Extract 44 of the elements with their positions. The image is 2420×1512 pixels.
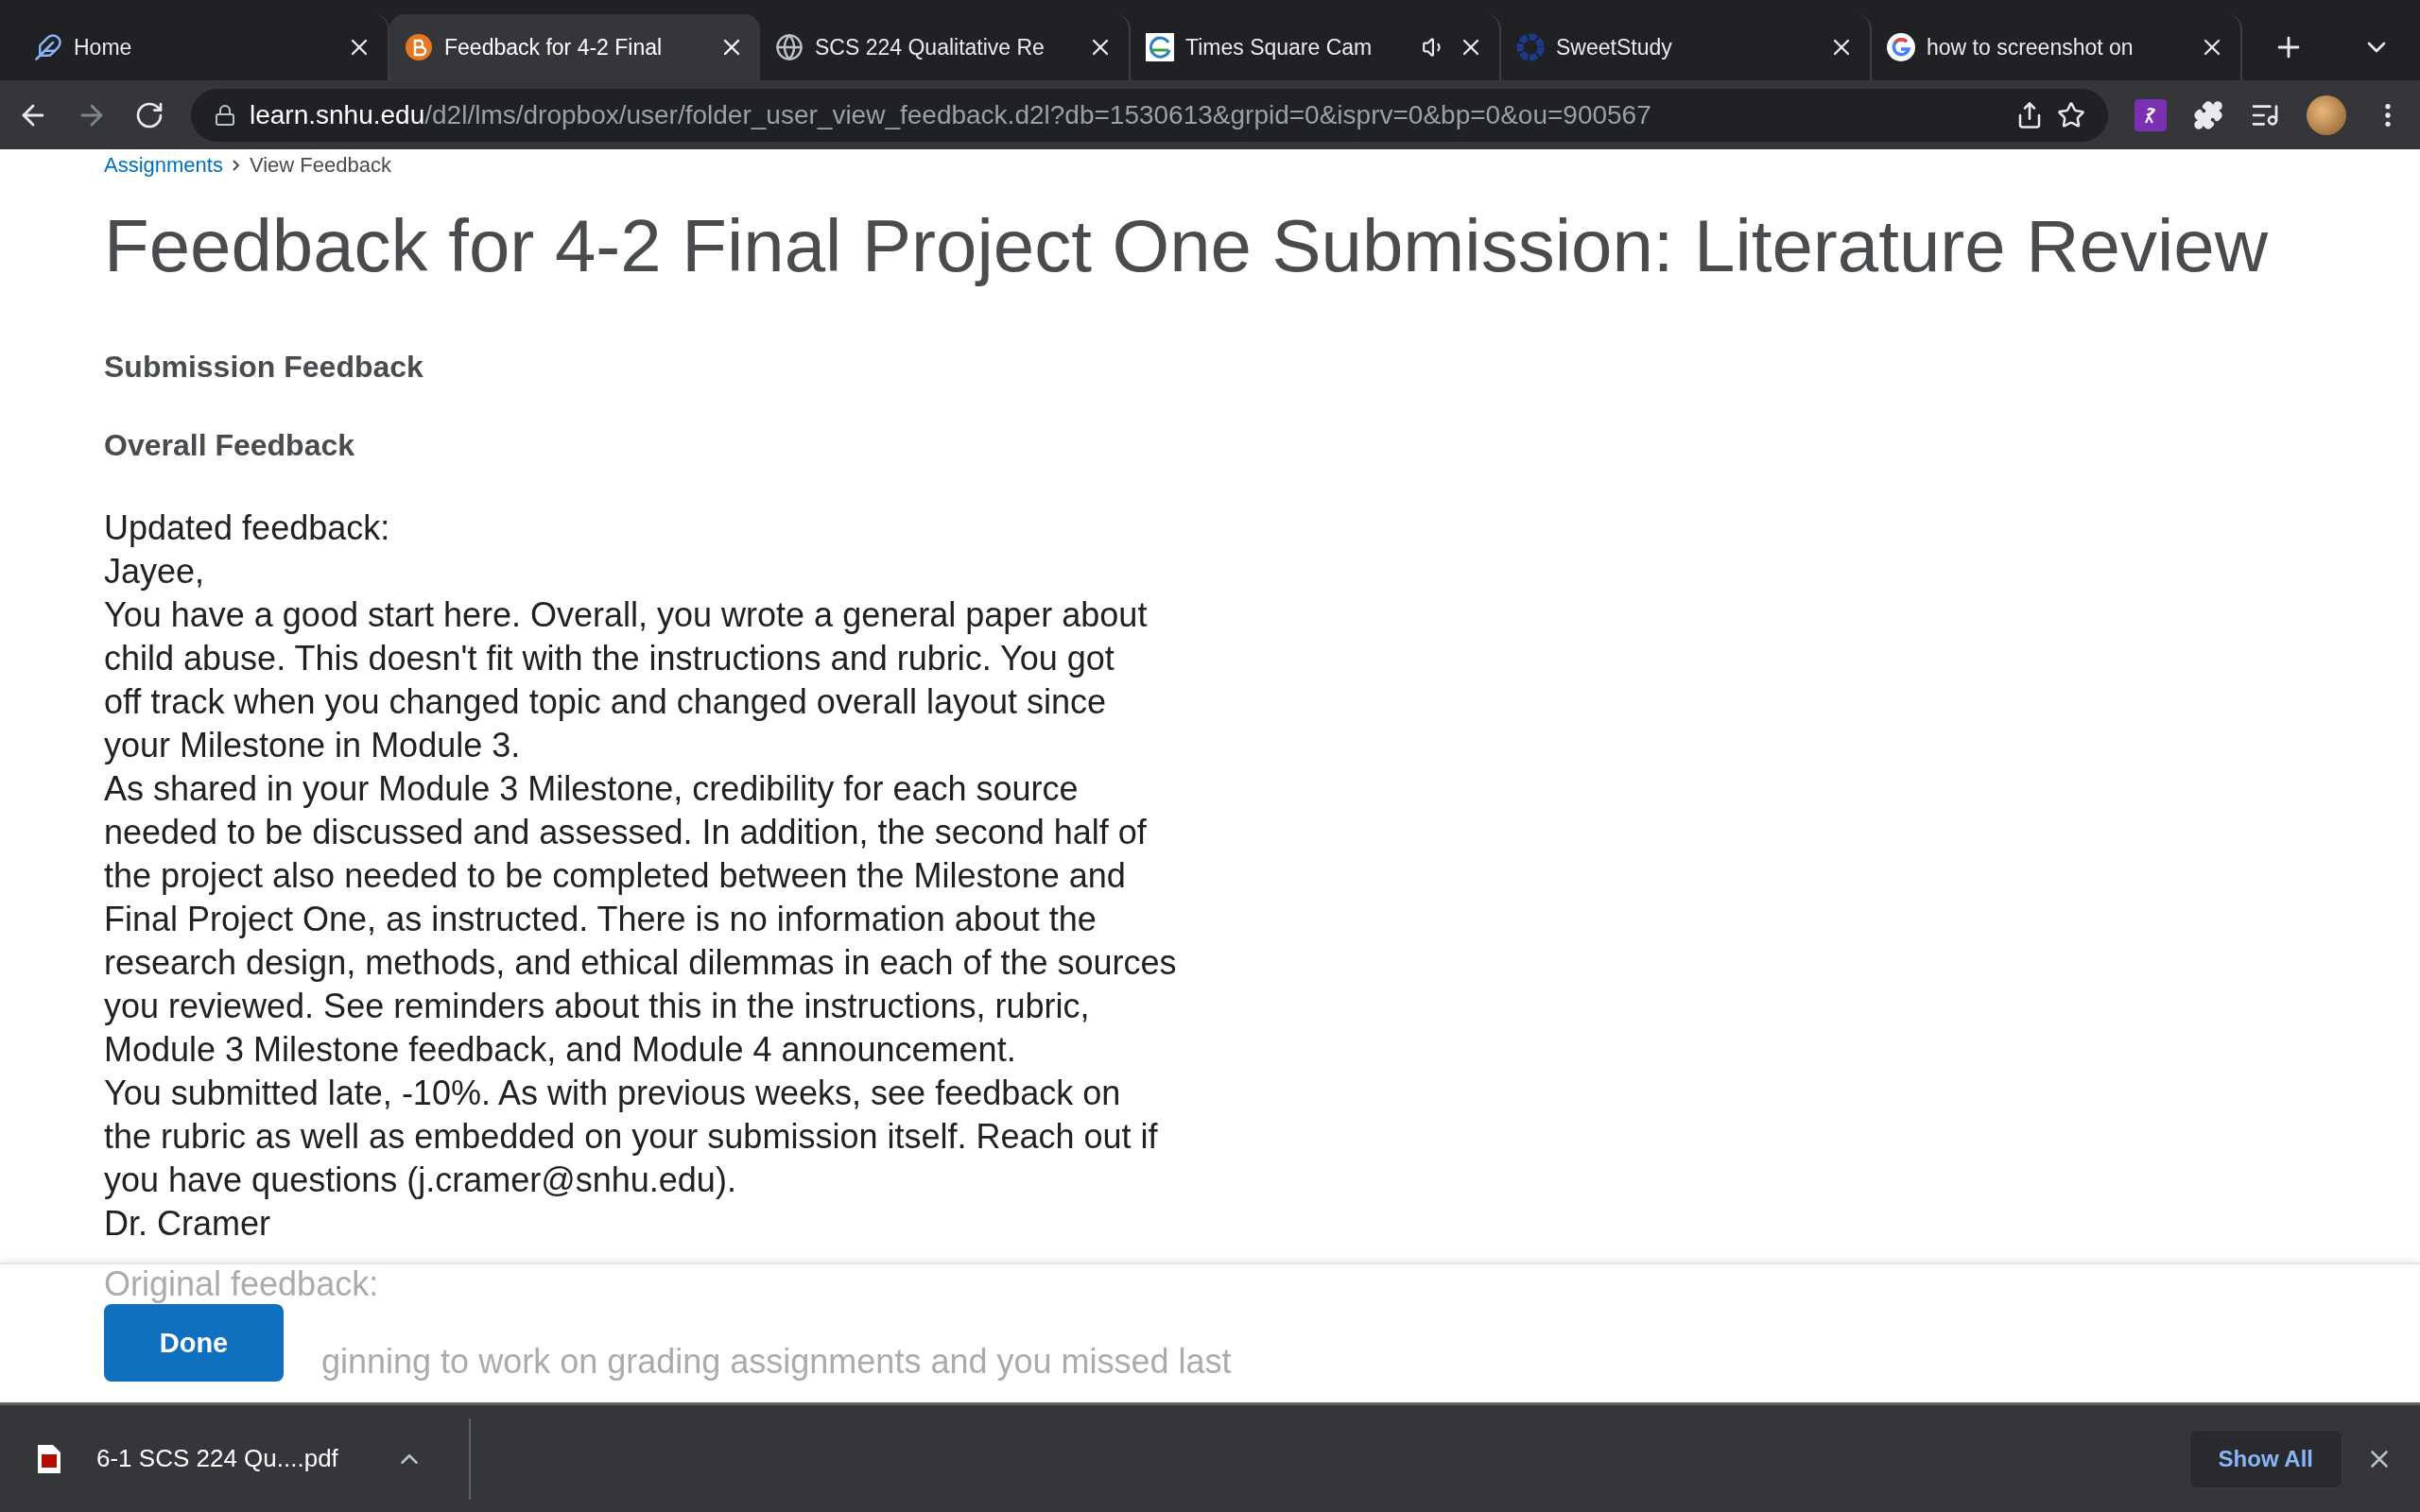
address-bar[interactable]: learn.snhu.edu/d2l/lms/dropbox/user/folder_user_view_feedback.d2l?db=1530613&grpid=0&isprv=0&bp=0&ou=900567 [191, 88, 2108, 142]
faded-text: ginning to work on grading assignments and you missed last [321, 1342, 1232, 1382]
extension-icon[interactable] [2135, 98, 2167, 131]
feedback-text: You submitted late, -10%. As with previous weeks, see feedback on [104, 1073, 1122, 1114]
feedback-text: As shared in your Module 3 Milestone, credibility for each source [104, 768, 1080, 810]
avatar[interactable] [2307, 94, 2346, 135]
lock-icon [214, 103, 236, 127]
url-host: learn.snhu.edu [250, 99, 425, 130]
feedback-text: You have a good start here. Overall, you wrote a general paper about [104, 594, 1149, 636]
download-file-name[interactable]: 6-1 SCS 224 Qu....pdf [96, 1444, 338, 1473]
feedback-text: your Milestone in Module 3. [104, 725, 522, 766]
browser-tab[interactable]: Feedback for 4-2 Final [389, 14, 760, 80]
feedback-text: Updated feedback: [104, 507, 391, 549]
section-heading: Submission Feedback [104, 350, 424, 385]
feedback-text: child abuse. This doesn't fit with the instructions and rubric. You got [104, 638, 1115, 679]
feedback-text: the project also needed to be completed between the Milestone and [104, 855, 1127, 897]
swirl-logo-icon [1146, 33, 1174, 61]
feedback-text: off track when you changed topic and changed overall layout since [104, 681, 1108, 723]
feedback-text: you reviewed. See reminders about this in the instructions, rubric, [104, 986, 1091, 1027]
leaf-icon [34, 33, 62, 61]
url-path: /d2l/lms/dropbox/user/folder_user_view_feedback.d2l?db=1530613&grpid=0&isprv=0&bp=0&ou=900567 [424, 99, 1651, 130]
subheading: Overall Feedback [104, 428, 356, 463]
done-button[interactable]: Done [104, 1304, 284, 1382]
feedback-text: Dr. Cramer [104, 1203, 271, 1245]
letter-b-icon [405, 33, 433, 61]
breadcrumb-link[interactable]: Assignments [104, 153, 223, 178]
feedback-text: you have questions (j.cramer@snhu.edu). [104, 1160, 737, 1201]
puzzle-icon[interactable] [2193, 99, 2223, 130]
feedback-text: Module 3 Milestone feedback, and Module 4 announcement. [104, 1029, 1017, 1071]
feedback-text: the rubric as well as embedded on your submission itself. Reach out if [104, 1116, 1159, 1158]
feedback-text: Final Project One, as instructed. There is no information about the [104, 899, 1098, 940]
breadcrumb-current: View Feedback [249, 153, 391, 178]
globe-icon [775, 33, 804, 61]
feedback-text: needed to be discussed and assessed. In addition, the second half of [104, 812, 1148, 853]
faded-text: Original feedback: [104, 1264, 380, 1304]
page-title: Feedback for 4-2 Final Project One Submission: Literature Review [104, 203, 2269, 289]
star-icon[interactable] [2057, 100, 2085, 129]
feedback-text: Jayee, [104, 551, 206, 593]
ring-logo-icon [1516, 33, 1545, 61]
google-g-icon [1887, 33, 1915, 61]
chevron-icon [232, 160, 240, 171]
pdf-file-icon [38, 1444, 60, 1473]
show-all-button[interactable]: Show All [2188, 1429, 2342, 1488]
feedback-text: research design, methods, and ethical dilemmas in each of the sources [104, 942, 1178, 984]
